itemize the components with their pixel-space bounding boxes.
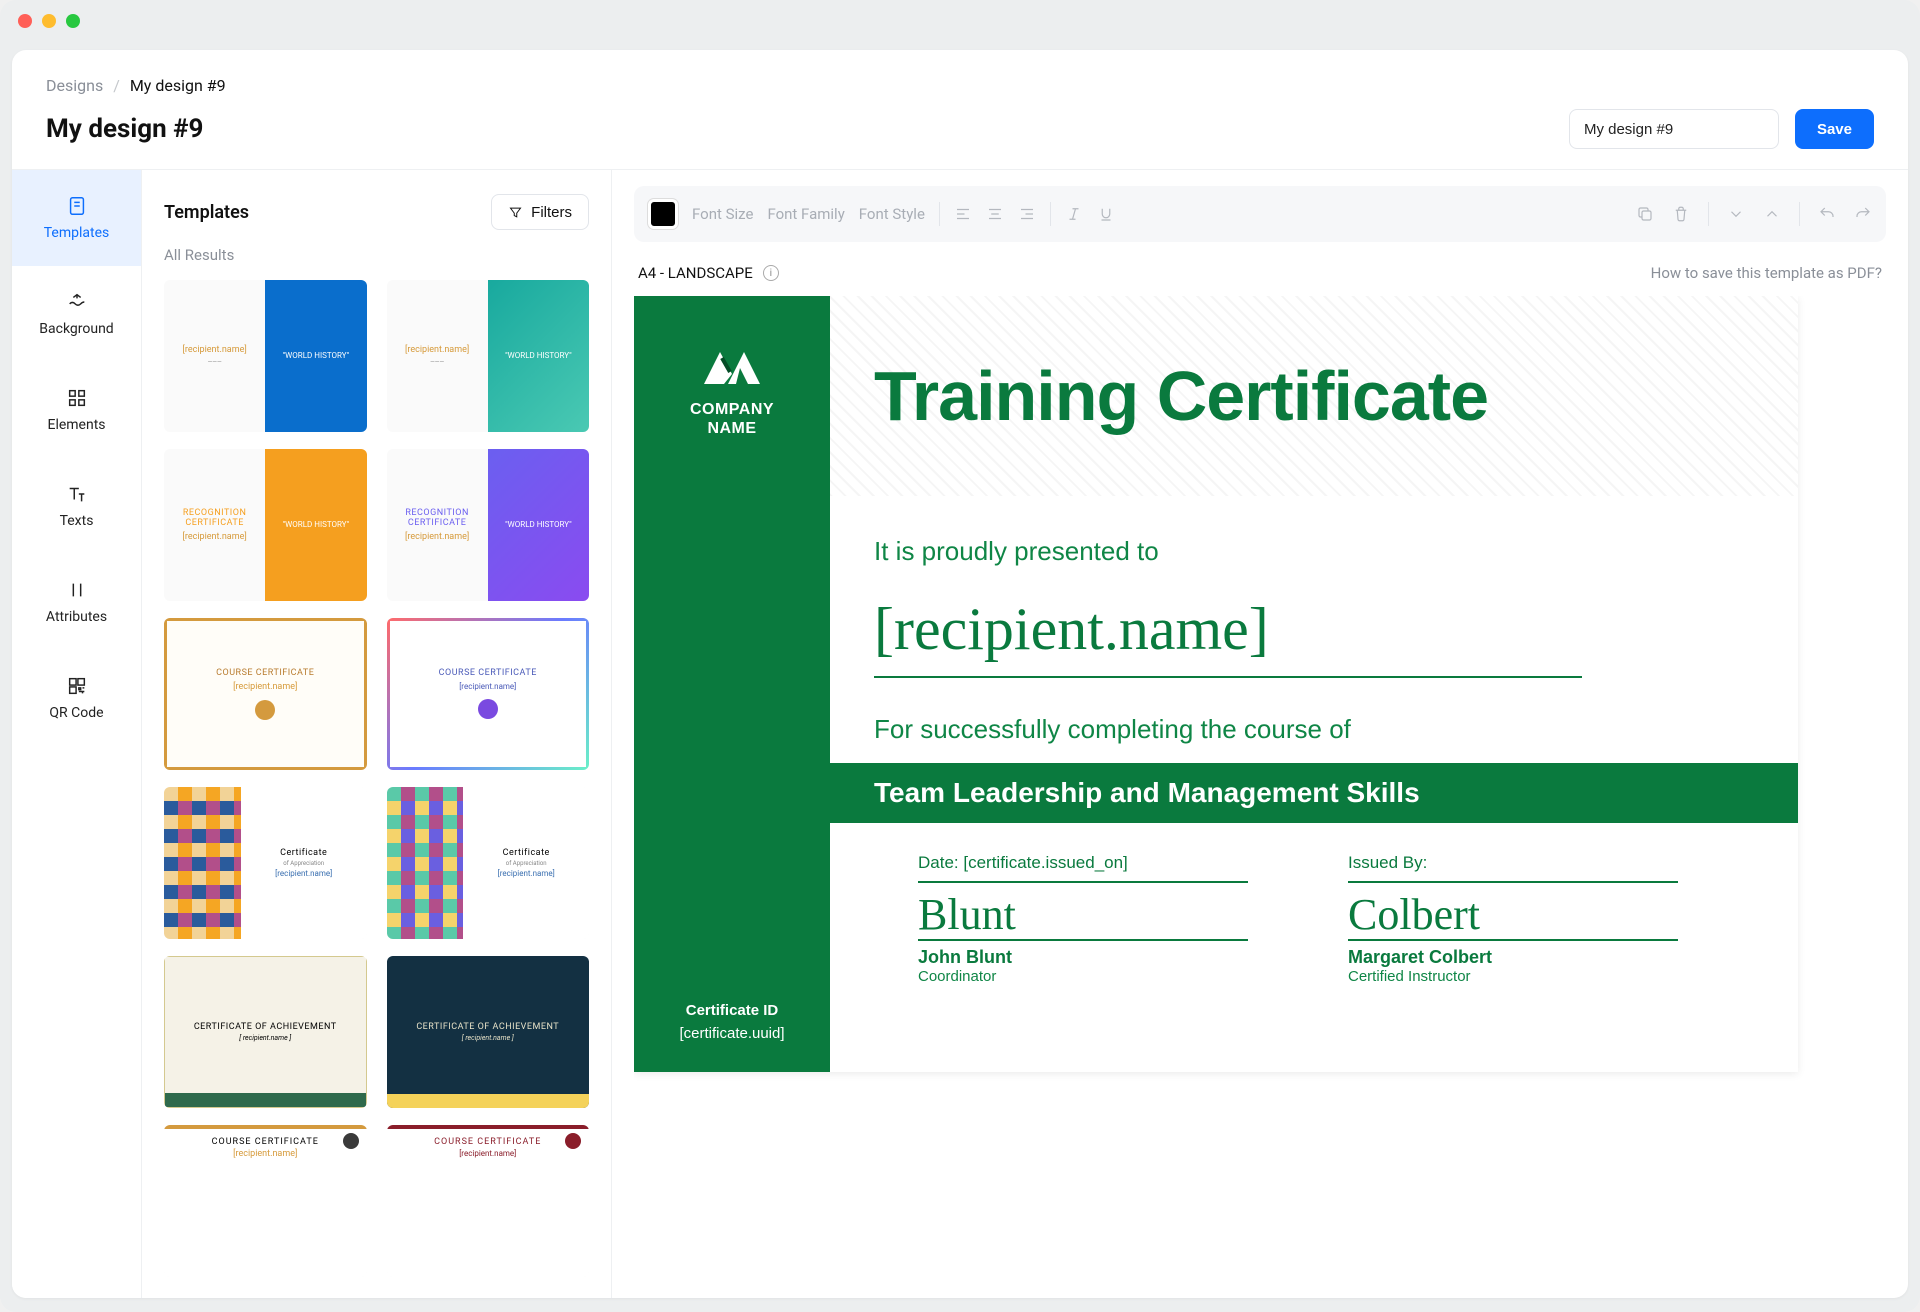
template-card[interactable]: RECOGNITION CERTIFICATE[recipient.name]"… bbox=[387, 449, 590, 601]
align-right-icon[interactable] bbox=[1018, 205, 1036, 223]
qrcode-icon bbox=[66, 675, 88, 697]
sidebar-item-elements[interactable]: Elements bbox=[12, 362, 141, 458]
template-card[interactable]: Certificateof Appreciation[recipient.nam… bbox=[164, 787, 367, 939]
design-name-input[interactable] bbox=[1569, 109, 1779, 149]
editor: Font Size Font Family Font Style bbox=[612, 170, 1908, 1298]
header: Designs / My design #9 My design #9 Save bbox=[12, 50, 1908, 170]
app-content: Designs / My design #9 My design #9 Save… bbox=[12, 50, 1908, 1298]
canvas-size-label: A4 - LANDSCAPE bbox=[638, 264, 753, 282]
underline-icon[interactable] bbox=[1097, 205, 1115, 223]
sidebar-label: Templates bbox=[44, 225, 110, 241]
signer-1-role[interactable]: Coordinator bbox=[918, 968, 1248, 985]
breadcrumb-root[interactable]: Designs bbox=[46, 76, 103, 95]
breadcrumb-separator: / bbox=[113, 76, 120, 95]
color-picker[interactable] bbox=[648, 199, 678, 229]
template-card[interactable]: CERTIFICATE OF ACHIEVEMENT[ recipient.na… bbox=[387, 956, 590, 1108]
certificate-id-value: [certificate.uuid] bbox=[679, 1025, 784, 1042]
italic-icon[interactable] bbox=[1065, 205, 1083, 223]
elements-icon bbox=[66, 387, 88, 409]
certificate-title[interactable]: Training Certificate bbox=[874, 356, 1488, 436]
help-link[interactable]: How to save this template as PDF? bbox=[1651, 264, 1882, 282]
template-card[interactable]: [recipient.name]———"WORLD HISTORY" bbox=[387, 280, 590, 432]
chevron-up-icon[interactable] bbox=[1763, 205, 1781, 223]
canvas-meta: A4 - LANDSCAPE i bbox=[638, 264, 779, 282]
toolbar-separator bbox=[939, 202, 940, 226]
templates-title: Templates bbox=[164, 202, 249, 223]
signature-1[interactable]: Blunt bbox=[918, 891, 1248, 941]
save-button[interactable]: Save bbox=[1795, 109, 1874, 149]
sidebar-item-attributes[interactable]: Attributes bbox=[12, 554, 141, 650]
templates-icon bbox=[66, 195, 88, 217]
sidebar: Templates Background Elements Texts Attr… bbox=[12, 170, 142, 1298]
toolbar-separator bbox=[1050, 202, 1051, 226]
template-card[interactable]: RECOGNITION CERTIFICATE[recipient.name]"… bbox=[164, 449, 367, 601]
undo-icon[interactable] bbox=[1818, 205, 1836, 223]
sidebar-item-qrcode[interactable]: QR Code bbox=[12, 650, 141, 746]
copy-icon[interactable] bbox=[1636, 205, 1654, 223]
sidebar-item-templates[interactable]: Templates bbox=[12, 170, 141, 266]
sidebar-label: Background bbox=[39, 321, 113, 337]
signer-1-name[interactable]: John Blunt bbox=[918, 947, 1248, 968]
template-card[interactable]: Certificateof Appreciation[recipient.nam… bbox=[387, 787, 590, 939]
filters-button[interactable]: Filters bbox=[491, 194, 589, 230]
certificate-main: Training Certificate It is proudly prese… bbox=[830, 296, 1798, 1072]
titlebar bbox=[0, 0, 1920, 42]
minimize-window-icon[interactable] bbox=[42, 14, 56, 28]
chevron-down-icon[interactable] bbox=[1727, 205, 1745, 223]
filters-label: Filters bbox=[531, 204, 572, 221]
font-family-button[interactable]: Font Family bbox=[767, 205, 844, 223]
certificate-preview[interactable]: COMPANY NAME Certificate ID [certificate… bbox=[634, 296, 1798, 1072]
sidebar-label: Texts bbox=[60, 513, 94, 529]
canvas[interactable]: COMPANY NAME Certificate ID [certificate… bbox=[634, 296, 1886, 1298]
signature-2[interactable]: Colbert bbox=[1348, 891, 1678, 941]
delete-icon[interactable] bbox=[1672, 205, 1690, 223]
background-icon bbox=[66, 291, 88, 313]
signer-2-name[interactable]: Margaret Colbert bbox=[1348, 947, 1678, 968]
page-title: My design #9 bbox=[46, 114, 203, 144]
sidebar-label: QR Code bbox=[49, 705, 103, 721]
signer-2-role[interactable]: Certified Instructor bbox=[1348, 968, 1678, 985]
presented-to-text[interactable]: It is proudly presented to bbox=[874, 536, 1738, 567]
sidebar-item-background[interactable]: Background bbox=[12, 266, 141, 362]
align-left-icon[interactable] bbox=[954, 205, 972, 223]
company-logo-icon bbox=[700, 344, 764, 388]
templates-grid: [recipient.name]———"WORLD HISTORY" [reci… bbox=[142, 280, 611, 1298]
completing-text[interactable]: For successfully completing the course o… bbox=[874, 714, 1738, 745]
texts-icon bbox=[66, 483, 88, 505]
close-window-icon[interactable] bbox=[18, 14, 32, 28]
template-card[interactable]: COURSE CERTIFICATE[recipient.name] bbox=[387, 618, 590, 770]
date-label[interactable]: Date: [certificate.issued_on] bbox=[918, 853, 1248, 883]
toolbar-separator bbox=[1708, 202, 1709, 226]
font-size-button[interactable]: Font Size bbox=[692, 205, 753, 223]
align-center-icon[interactable] bbox=[986, 205, 1004, 223]
sidebar-label: Elements bbox=[47, 417, 105, 433]
template-card[interactable]: COURSE CERTIFICATE[recipient.name] bbox=[164, 618, 367, 770]
certificate-id-label: Certificate ID bbox=[679, 1002, 784, 1019]
template-card[interactable]: COURSE CERTIFICATE[recipient.name] bbox=[387, 1125, 590, 1277]
toolbar-separator bbox=[1799, 202, 1800, 226]
template-card[interactable]: [recipient.name]———"WORLD HISTORY" bbox=[164, 280, 367, 432]
window-frame: Designs / My design #9 My design #9 Save… bbox=[0, 0, 1920, 1312]
sidebar-label: Attributes bbox=[46, 609, 107, 625]
info-icon[interactable]: i bbox=[763, 265, 779, 281]
recipient-name[interactable]: [recipient.name] bbox=[874, 595, 1582, 678]
redo-icon[interactable] bbox=[1854, 205, 1872, 223]
sidebar-item-texts[interactable]: Texts bbox=[12, 458, 141, 554]
certificate-sidebar: COMPANY NAME Certificate ID [certificate… bbox=[634, 296, 830, 1072]
templates-subtitle: All Results bbox=[142, 240, 611, 280]
issued-by-label[interactable]: Issued By: bbox=[1348, 853, 1678, 883]
course-name[interactable]: Team Leadership and Management Skills bbox=[830, 763, 1798, 823]
template-card[interactable]: CERTIFICATE OF ACHIEVEMENT[ recipient.na… bbox=[164, 956, 367, 1108]
maximize-window-icon[interactable] bbox=[66, 14, 80, 28]
attributes-icon bbox=[66, 579, 88, 601]
filter-icon bbox=[508, 205, 523, 220]
font-style-button[interactable]: Font Style bbox=[859, 205, 925, 223]
templates-panel: Templates Filters All Results [recipient… bbox=[142, 170, 612, 1298]
template-card[interactable]: COURSE CERTIFICATE[recipient.name] bbox=[164, 1125, 367, 1277]
company-name: COMPANY NAME bbox=[690, 400, 774, 438]
breadcrumbs: Designs / My design #9 bbox=[46, 76, 1874, 95]
toolbar: Font Size Font Family Font Style bbox=[634, 186, 1886, 242]
breadcrumb-current: My design #9 bbox=[130, 76, 226, 95]
